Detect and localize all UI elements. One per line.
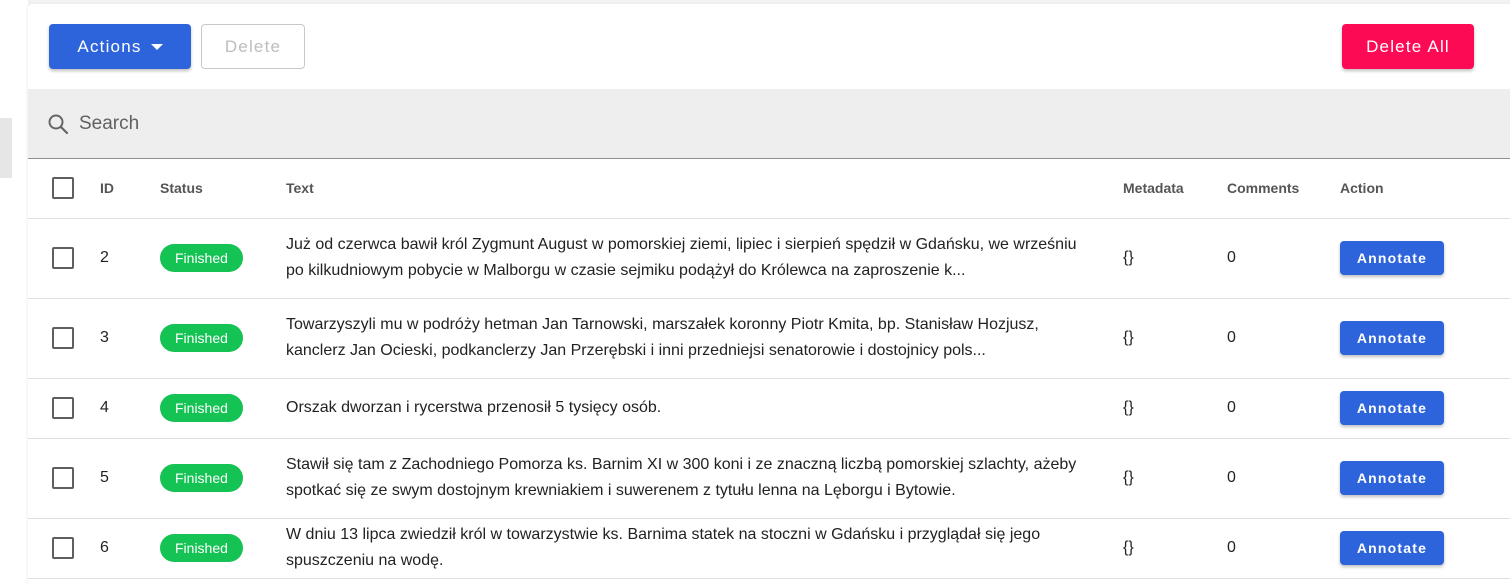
actions-menu-button[interactable]: Actions [49,24,191,69]
delete-button[interactable]: Delete [201,24,305,69]
header-id[interactable]: ID [100,159,160,219]
row-checkbox[interactable] [52,467,74,489]
annotate-button[interactable]: Annotate [1340,241,1444,275]
actions-label: Actions [77,36,142,56]
row-checkbox[interactable] [52,327,74,349]
annotate-button[interactable]: Annotate [1340,531,1444,565]
search-icon [48,114,69,134]
row-text: W dniu 13 lipca zwiedził król w towarzys… [286,525,1041,570]
delete-label: Delete [224,36,282,56]
row-text: Stawił się tam z Zachodniego Pomorza ks.… [286,455,1077,500]
annotate-button[interactable]: Annotate [1340,461,1444,495]
annotate-button[interactable]: Annotate [1340,391,1444,425]
row-id: 4 [100,378,160,439]
row-text: Już od czerwca bawił król Zygmunt August… [286,235,1077,280]
documents-card: Actions Delete Delete All ID Status Text… [28,4,1510,584]
caret-down-icon [150,43,163,50]
row-metadata: {} [1123,518,1227,579]
toolbar: Actions Delete Delete All [28,4,1510,89]
row-id: 3 [100,298,160,379]
left-panel-notch [0,118,12,178]
row-id: 5 [100,438,160,519]
row-id: 2 [100,218,160,299]
annotate-button[interactable]: Annotate [1340,321,1444,355]
header-action: Action [1340,159,1510,219]
table-row: 3 Finished Towarzyszyli mu w podróży het… [28,298,1510,379]
delete-all-label: Delete All [1366,36,1450,56]
search-input[interactable] [79,112,679,135]
header-text[interactable]: Text [286,159,1123,219]
search-bar[interactable] [28,89,1510,159]
table-header-row: ID Status Text Metadata Comments Action [28,159,1510,219]
row-metadata: {} [1123,438,1227,519]
status-badge: Finished [160,393,243,422]
row-text: Towarzyszyli mu w podróży hetman Jan Tar… [286,315,1039,360]
row-comments: 0 [1227,518,1340,579]
table-row: 6 Finished W dniu 13 lipca zwiedził król… [28,518,1510,579]
row-comments: 0 [1227,218,1340,299]
row-comments: 0 [1227,438,1340,519]
header-metadata[interactable]: Metadata [1123,159,1227,219]
delete-all-button[interactable]: Delete All [1342,24,1474,69]
header-status[interactable]: Status [160,159,286,219]
select-all-checkbox[interactable] [52,177,74,200]
row-checkbox[interactable] [52,397,74,419]
status-badge: Finished [160,243,243,272]
row-comments: 0 [1227,378,1340,439]
row-metadata: {} [1123,218,1227,299]
row-comments: 0 [1227,298,1340,379]
table-row: 5 Finished Stawił się tam z Zachodniego … [28,438,1510,519]
row-metadata: {} [1123,298,1227,379]
status-badge: Finished [160,323,243,352]
row-checkbox[interactable] [52,537,74,559]
row-checkbox[interactable] [52,247,74,269]
status-badge: Finished [160,463,243,492]
table-row: 2 Finished Już od czerwca bawił król Zyg… [28,218,1510,299]
row-metadata: {} [1123,378,1227,439]
left-panel-edge [0,0,28,584]
status-badge: Finished [160,533,243,562]
documents-table: ID Status Text Metadata Comments Action … [28,159,1510,579]
row-id: 6 [100,518,160,579]
header-comments[interactable]: Comments [1227,159,1340,219]
table-row: 4 Finished Orszak dworzan i rycerstwa pr… [28,378,1510,439]
row-text: Orszak dworzan i rycerstwa przenosił 5 t… [286,398,662,416]
